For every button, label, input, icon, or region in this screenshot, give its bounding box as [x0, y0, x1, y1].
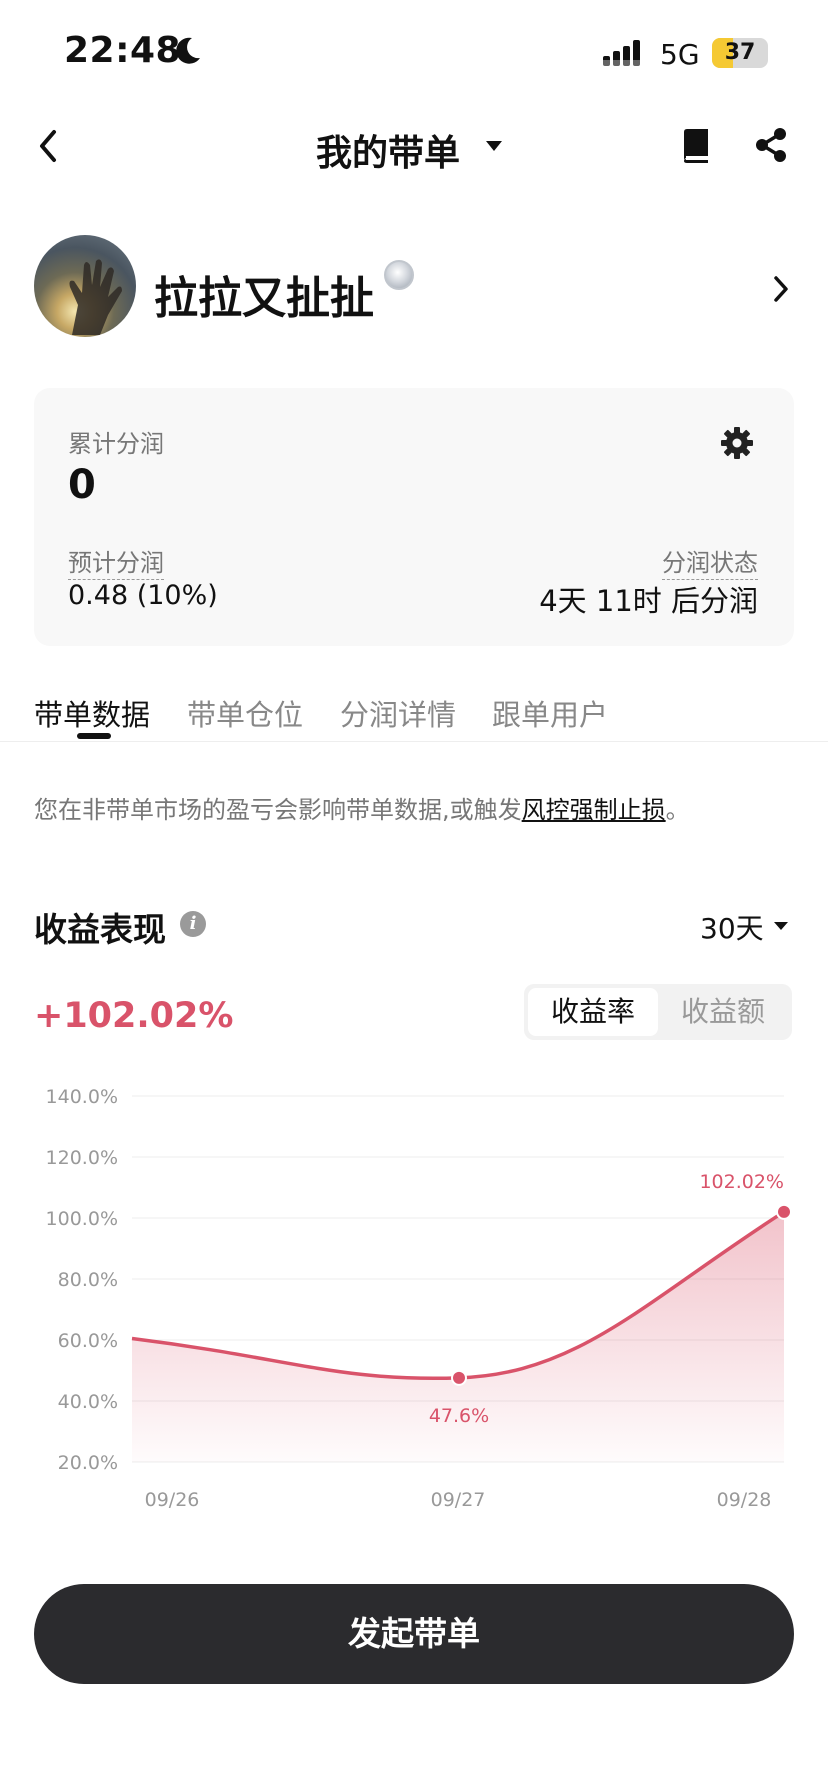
- performance-title: 收益表现: [34, 910, 166, 949]
- active-tab-indicator: [77, 733, 111, 739]
- cumulative-profit-label: 累计分润: [68, 430, 164, 458]
- risk-notice-text: 您在非带单市场的盈亏会影响带单数据,或触发: [34, 796, 522, 824]
- return-rate-value: +102.02%: [34, 996, 234, 1036]
- y-tick-label: 20.0%: [58, 1452, 118, 1474]
- forced-stop-loss-link[interactable]: 风控强制止损: [522, 796, 666, 824]
- data-label: 102.02%: [699, 1171, 784, 1193]
- risk-notice: 您在非带单市场的盈亏会影响带单数据,或触发风控强制止损。: [34, 790, 690, 825]
- y-tick-label: 80.0%: [58, 1269, 118, 1291]
- y-tick-label: 100.0%: [46, 1208, 118, 1230]
- return-chart: 140.0% 120.0% 100.0% 80.0% 60.0% 40.0% 20.0% 47…: [46, 1086, 792, 1511]
- data-label: 47.6%: [429, 1405, 489, 1427]
- estimated-profit-value: 0.48 (10%): [68, 580, 218, 611]
- battery-percent: 37: [724, 40, 756, 65]
- tab-positions[interactable]: 带单仓位: [187, 692, 303, 734]
- signal-icon: [603, 40, 640, 66]
- avatar[interactable]: [34, 235, 136, 337]
- y-tick-label: 140.0%: [46, 1086, 118, 1108]
- battery-icon: 37: [712, 38, 768, 68]
- caret-down-icon[interactable]: [774, 922, 788, 930]
- tab-divider: [0, 741, 828, 742]
- book-icon[interactable]: [681, 128, 711, 164]
- share-icon[interactable]: [754, 127, 788, 163]
- y-tick-label: 120.0%: [46, 1147, 118, 1169]
- user-name: 拉拉又扯扯: [154, 273, 374, 324]
- y-tick-label: 60.0%: [58, 1330, 118, 1352]
- period-selector[interactable]: 30天: [700, 907, 764, 947]
- profit-status-label[interactable]: 分润状态: [662, 543, 758, 580]
- risk-notice-suffix: 。: [665, 796, 690, 824]
- x-tick-label: 09/27: [431, 1489, 486, 1511]
- chevron-right-icon[interactable]: [772, 274, 790, 304]
- moon-icon: [176, 37, 200, 64]
- start-trading-button[interactable]: 发起带单: [34, 1584, 794, 1684]
- page-title[interactable]: 我的带单: [316, 124, 460, 176]
- x-tick-label: 09/28: [717, 1489, 772, 1511]
- tab-trading-data[interactable]: 带单数据: [34, 692, 150, 734]
- tab-profit-details[interactable]: 分润详情: [340, 692, 456, 734]
- tab-followers[interactable]: 跟单用户: [492, 692, 608, 734]
- y-tick-label: 40.0%: [58, 1391, 118, 1413]
- data-point: [451, 1369, 467, 1386]
- toggle-return-amount[interactable]: 收益额: [658, 988, 788, 1036]
- info-icon[interactable]: i: [180, 911, 206, 937]
- metric-toggle: 收益率 收益额: [524, 984, 792, 1040]
- avatar-hand-image: [69, 259, 122, 335]
- cumulative-profit-value: 0: [68, 462, 96, 508]
- toggle-return-rate[interactable]: 收益率: [528, 988, 658, 1036]
- status-time: 22:48: [64, 30, 182, 71]
- medal-badge-icon: [384, 260, 414, 290]
- caret-down-icon[interactable]: [486, 141, 502, 151]
- x-tick-label: 09/26: [145, 1489, 200, 1511]
- back-chevron-icon[interactable]: [36, 128, 60, 164]
- estimated-profit-label[interactable]: 预计分润: [68, 543, 164, 580]
- data-point: [776, 1203, 792, 1220]
- network-type: 5G: [660, 38, 700, 71]
- gear-icon[interactable]: [720, 426, 754, 460]
- profit-status-value: 4天 11时 后分润: [539, 584, 758, 618]
